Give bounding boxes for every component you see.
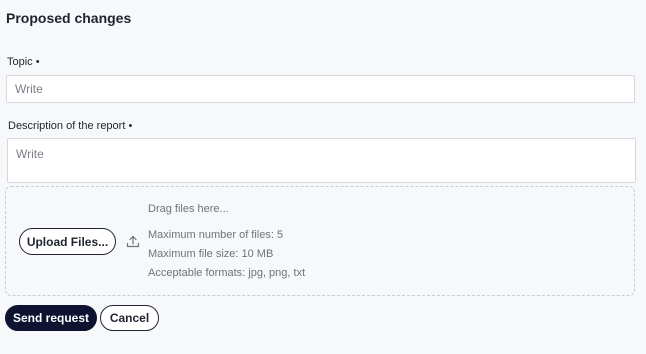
- upload-files-button[interactable]: Upload Files...: [19, 228, 116, 255]
- file-dropzone[interactable]: Upload Files... Drag files here... Maxim…: [5, 186, 635, 296]
- page-title: Proposed changes: [6, 10, 132, 26]
- max-files-info: Maximum number of files: 5: [148, 229, 284, 241]
- description-label: Description of the report •: [8, 120, 133, 132]
- drag-files-hint: Drag files here...: [148, 203, 229, 215]
- cancel-button[interactable]: Cancel: [100, 305, 159, 331]
- formats-info: Acceptable formats: jpg, png, txt: [148, 267, 306, 279]
- description-textarea[interactable]: [7, 138, 636, 183]
- topic-label: Topic •: [7, 56, 40, 68]
- send-request-button[interactable]: Send request: [5, 305, 97, 331]
- topic-input[interactable]: [6, 75, 635, 103]
- max-size-info: Maximum file size: 10 MB: [148, 248, 274, 260]
- upload-icon: [126, 235, 140, 248]
